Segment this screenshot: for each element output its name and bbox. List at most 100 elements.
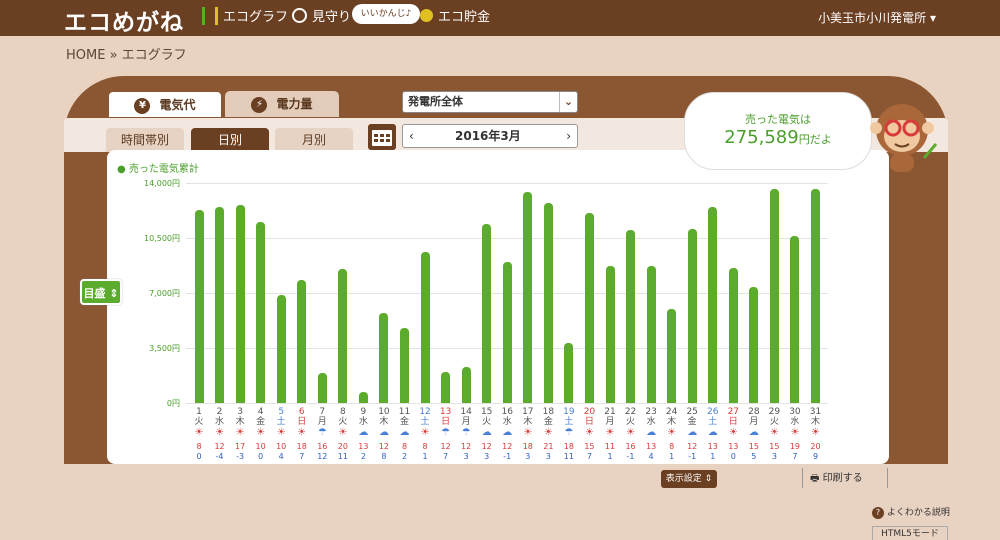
plant-location-dropdown[interactable]: 小美玉市小川発電所 ▾ (818, 9, 936, 26)
sun-weather-icon: ☀ (790, 427, 800, 438)
rain-weather-icon: ☂ (461, 427, 471, 438)
bar-day-1[interactable] (194, 209, 204, 403)
x-tick-label: 31 木 (809, 407, 822, 427)
tab-power-amount-label: 電力量 (276, 97, 313, 111)
plant-select[interactable]: 発電所全体 ⌄ (402, 91, 578, 113)
prev-month-icon[interactable]: ‹ (409, 125, 414, 147)
x-tick-label: 13 日 (439, 407, 452, 427)
tab-electricity-cost[interactable]: ¥ 電気代 (108, 91, 222, 117)
bar-day-24[interactable] (667, 308, 677, 403)
bar-day-27[interactable] (728, 267, 738, 403)
app-logo[interactable]: エコめがね (64, 3, 184, 37)
x-tick-label: 9水 (358, 407, 368, 427)
temperature-label: 13 2 (358, 442, 369, 461)
nav-mimamori[interactable]: 見守り (292, 6, 351, 25)
bar-day-20[interactable] (584, 212, 594, 403)
subtab-monthly[interactable]: 月別 (275, 128, 353, 152)
x-tick-label: 11 金 (398, 407, 411, 427)
bar-day-12[interactable] (420, 252, 430, 403)
temperature-label: 18 7 (296, 442, 307, 461)
temperature-label: 20 9 (810, 442, 821, 461)
chart-legend: ● 売った電気累計 (117, 164, 199, 175)
month-navigator: ‹ 2016年3月 › (402, 124, 578, 148)
print-label: 印刷する (822, 473, 863, 484)
bar-day-16[interactable] (502, 261, 512, 403)
bar-day-21[interactable] (605, 266, 615, 403)
x-tick-label: 3木 (235, 407, 245, 427)
calendar-icon[interactable] (368, 124, 396, 150)
nav-ecochokin[interactable]: エコ貯金 (420, 6, 490, 25)
bar-day-15[interactable] (482, 223, 492, 403)
help-link[interactable]: ? よくわかる説明 (872, 505, 950, 519)
print-button[interactable]: 🖶 印刷する (810, 469, 863, 488)
bar-day-26[interactable] (708, 206, 718, 403)
subtab-daily[interactable]: 日別 (191, 128, 269, 152)
bar-day-8[interactable] (338, 269, 348, 403)
x-tick-label: 20 日 (583, 407, 596, 427)
bar-day-23[interactable] (646, 266, 656, 403)
sun-weather-icon: ☀ (194, 427, 204, 438)
temperature-label: 13 0 (728, 442, 739, 461)
bar-day-6[interactable] (297, 280, 307, 403)
coin-icon (420, 9, 433, 22)
magnifier-icon (292, 8, 307, 23)
temperature-label: 19 7 (789, 442, 801, 461)
bar-day-28[interactable] (749, 286, 759, 403)
x-tick-label: 27 日 (727, 407, 740, 427)
bar-day-14[interactable] (461, 366, 471, 403)
x-tick-label: 10 木 (378, 407, 390, 427)
bar-day-19[interactable] (564, 343, 574, 403)
printer-icon: 🖶 (810, 473, 823, 484)
sun-weather-icon: ☀ (667, 427, 677, 438)
sun-weather-icon: ☀ (626, 427, 636, 438)
bar-day-5[interactable] (276, 294, 286, 403)
x-tick-label: 6日 (297, 407, 307, 427)
x-tick-label: 2水 (215, 407, 225, 427)
bar-day-9[interactable] (358, 392, 368, 403)
temperature-label: 12 -1 (502, 442, 513, 461)
x-tick-label: 24 木 (665, 407, 678, 427)
next-month-icon[interactable]: › (566, 125, 571, 147)
temperature-label: 12 -1 (687, 442, 698, 461)
x-tick-label: 21 月 (604, 407, 616, 427)
display-settings-button[interactable]: 表示設定 ⇕ (661, 470, 717, 488)
plant-select-value: 発電所全体 (408, 95, 463, 108)
bar-day-18[interactable] (543, 203, 553, 403)
temperature-label: 81 (422, 442, 428, 461)
temperature-label: 10 4 (276, 442, 287, 461)
bar-day-22[interactable] (626, 230, 636, 403)
subtab-hourly[interactable]: 時間帯別 (106, 128, 184, 152)
y-tick-label: 3,500円 (149, 344, 180, 353)
x-tick-label: 29 火 (768, 407, 781, 427)
bar-day-11[interactable] (400, 327, 409, 403)
x-tick-label: 1火 (194, 407, 204, 427)
bar-day-4[interactable] (256, 222, 266, 403)
html5-mode-button[interactable]: HTML5モード (872, 526, 948, 540)
bar-day-25[interactable] (687, 228, 697, 403)
bar-day-17[interactable] (523, 192, 533, 403)
temperature-label: 81 (669, 442, 675, 461)
cloud-weather-icon: ☁ (646, 427, 657, 438)
tab-power-amount[interactable]: ⚡ 電力量 (225, 91, 339, 117)
temperature-label: 80 (196, 442, 202, 461)
temperature-label: 18 11 (563, 442, 574, 461)
bar-day-31[interactable] (811, 189, 820, 403)
bar-day-29[interactable] (769, 189, 779, 403)
bar-day-2[interactable] (215, 206, 225, 403)
bar-day-10[interactable] (379, 313, 389, 403)
sun-weather-icon: ☀ (215, 427, 225, 438)
bar-day-7[interactable] (317, 373, 327, 403)
bar-day-30[interactable] (790, 236, 800, 403)
nav-ecograph[interactable]: エコグラフ (202, 6, 288, 25)
bar-day-13[interactable] (441, 371, 451, 403)
temperature-label: 17 -3 (235, 442, 246, 461)
temperature-label: 13 4 (646, 442, 657, 461)
bar-day-3[interactable] (235, 205, 245, 403)
sun-weather-icon: ☀ (297, 427, 307, 438)
x-tick-label: 15 火 (480, 407, 493, 427)
y-tick-label: 10,500円 (144, 234, 180, 243)
scale-button[interactable]: 目盛 ⇕ (80, 279, 122, 305)
y-tick-label: 14,000円 (144, 179, 180, 188)
breadcrumb[interactable]: HOME » エコグラフ (66, 44, 187, 63)
x-tick-label: 5土 (276, 407, 286, 427)
